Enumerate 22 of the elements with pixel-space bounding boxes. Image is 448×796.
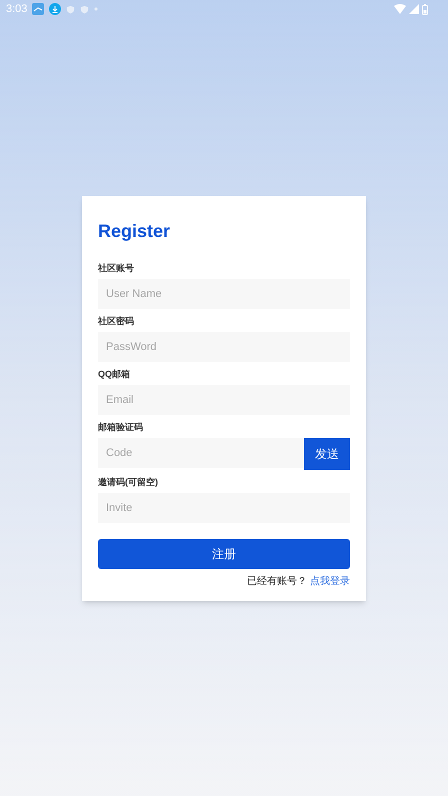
login-prompt: 已经有账号？ <box>247 574 307 589</box>
app-icon <box>32 3 44 15</box>
register-button[interactable]: 注册 <box>98 539 350 569</box>
field-label: 社区密码 <box>98 315 135 327</box>
input-field[interactable]: Invite <box>98 493 350 523</box>
input-field[interactable]: PassWord <box>98 332 350 362</box>
field-label: 邮箱验证码 <box>98 421 144 433</box>
battery-icon <box>422 4 428 14</box>
field-label: QQ邮箱 <box>98 368 132 380</box>
input-field[interactable]: Code <box>98 438 304 468</box>
send-button[interactable]: 发送 <box>304 438 350 470</box>
dot-icon <box>94 7 98 11</box>
login-link[interactable]: 点我登录 <box>310 574 350 589</box>
form-title: Register <box>98 220 172 243</box>
field-label: 邀请码(可留空) <box>98 476 159 488</box>
download-icon <box>49 3 62 15</box>
wifi-icon <box>394 4 406 14</box>
input-field[interactable]: Email <box>98 385 350 415</box>
input-field[interactable]: User Name <box>98 279 350 309</box>
field-label: 社区账号 <box>98 262 135 274</box>
signal-icon <box>409 4 419 14</box>
status-time: 3:03 <box>6 2 28 17</box>
